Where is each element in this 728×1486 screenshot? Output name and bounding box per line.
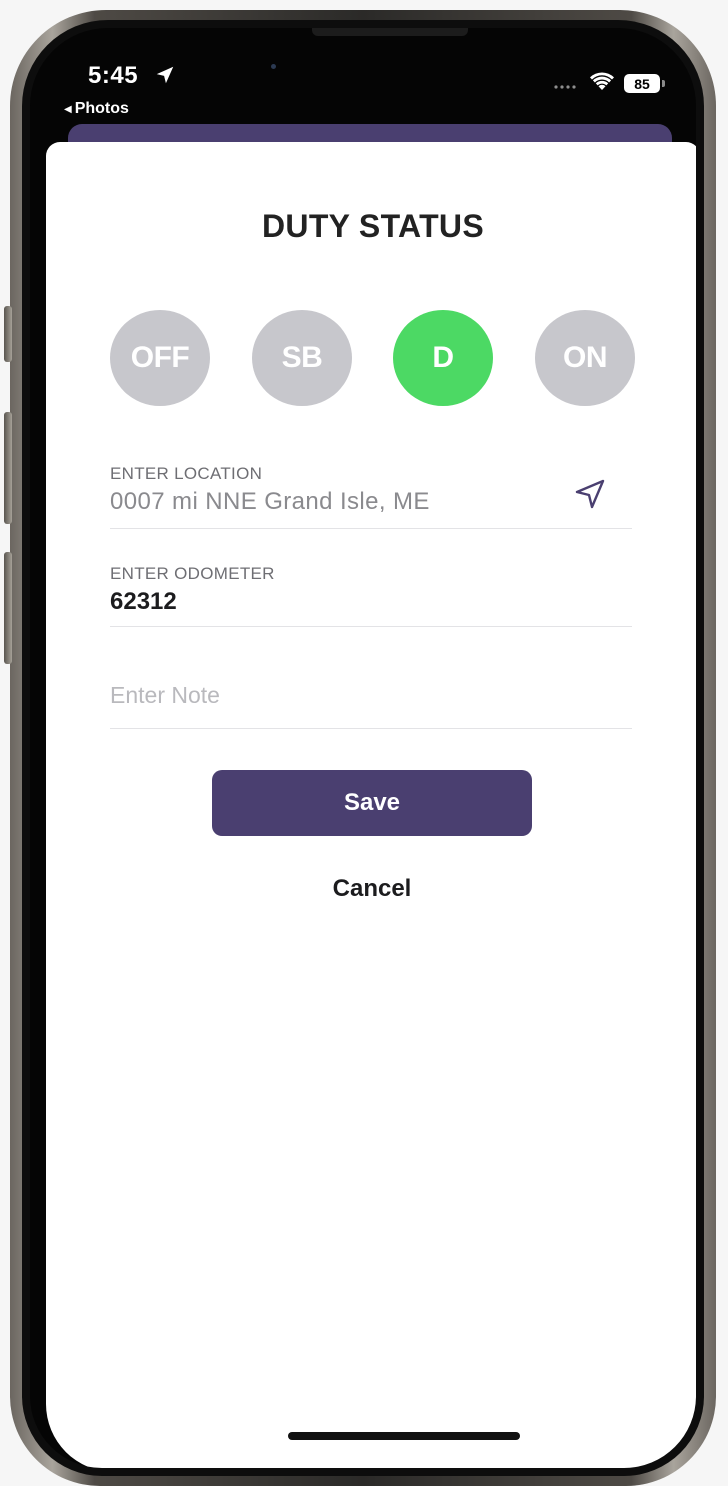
navigation-icon[interactable]	[572, 476, 608, 512]
location-input[interactable]: 0007 mi NNE Grand Isle, ME	[110, 488, 632, 516]
location-arrow-icon	[156, 66, 174, 84]
volume-down-button	[4, 552, 12, 664]
battery-indicator: 85	[624, 74, 660, 93]
status-driving-button[interactable]: D	[393, 310, 493, 406]
duty-status-selector: OFF SB D ON	[110, 310, 636, 406]
note-field[interactable]: Enter Note	[110, 682, 632, 729]
save-button[interactable]: Save	[212, 770, 532, 836]
battery-nub	[662, 80, 665, 87]
device-stage: 5:45 ◀ Photos 85 DUTY STATUS OFF SB D ON…	[0, 0, 728, 1486]
camera-indicator	[271, 64, 276, 69]
duty-status-sheet: DUTY STATUS OFF SB D ON ENTER LOCATION 0…	[46, 142, 696, 1468]
volume-up-button	[4, 412, 12, 524]
home-indicator[interactable]	[288, 1432, 520, 1440]
back-caret-icon: ◀	[64, 103, 72, 115]
phone-screen: 5:45 ◀ Photos 85 DUTY STATUS OFF SB D ON…	[30, 28, 696, 1468]
status-time: 5:45	[88, 62, 139, 89]
back-app-label: Photos	[74, 100, 129, 117]
cancel-button[interactable]: Cancel	[272, 872, 472, 906]
odometer-label: ENTER ODOMETER	[110, 564, 275, 583]
back-to-app-link[interactable]: ◀ Photos	[64, 100, 129, 118]
page-title: DUTY STATUS	[262, 208, 484, 244]
status-off-button[interactable]: OFF	[110, 310, 210, 406]
status-sleeper-button[interactable]: SB	[252, 310, 352, 406]
signal-icon	[554, 85, 576, 89]
wifi-icon	[590, 72, 614, 90]
location-field[interactable]: ENTER LOCATION 0007 mi NNE Grand Isle, M…	[110, 464, 632, 529]
odometer-field[interactable]: ENTER ODOMETER 62312	[110, 564, 632, 627]
earpiece-speaker	[312, 28, 468, 36]
odometer-input[interactable]: 62312	[110, 588, 632, 616]
location-label: ENTER LOCATION	[110, 464, 263, 483]
note-input[interactable]: Enter Note	[110, 682, 632, 709]
status-on-duty-button[interactable]: ON	[535, 310, 635, 406]
mute-switch	[4, 306, 12, 362]
